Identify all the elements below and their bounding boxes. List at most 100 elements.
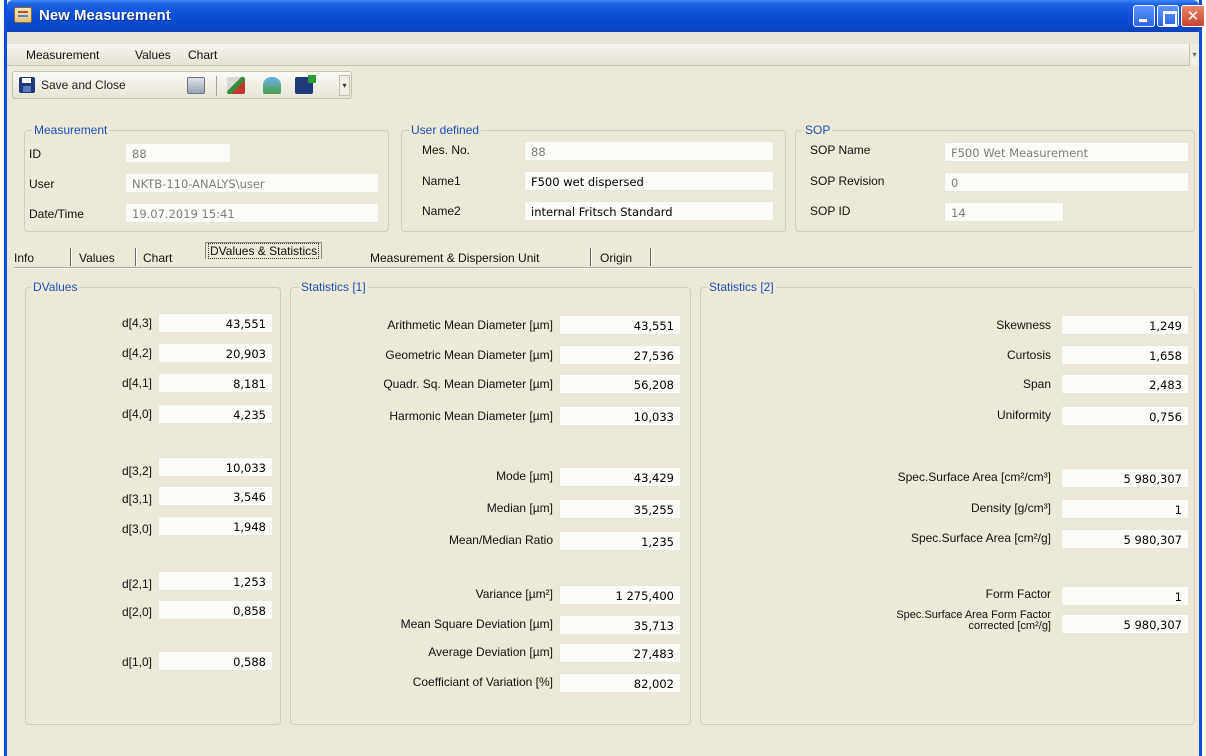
dvalue-label: d[3,1] xyxy=(121,492,152,506)
window-title: New Measurement xyxy=(39,7,171,24)
tab-chart[interactable]: Chart xyxy=(143,251,172,265)
status-area xyxy=(7,726,1199,756)
name2-field[interactable]: internal Fritsch Standard xyxy=(524,201,774,221)
stat1-label: Mode [µm] xyxy=(496,469,553,483)
dvalue-label: d[4,2] xyxy=(121,346,152,360)
dvalue-label: d[4,1] xyxy=(121,376,152,390)
dvalue-field[interactable]: 1,948 xyxy=(158,516,273,536)
menu-bar: Measurement Values Chart xyxy=(7,44,1199,66)
dvalues-group: DValues d[4,3] 43,551 d[4,2] 20,903 d[4,… xyxy=(25,280,281,725)
dvalue-field[interactable]: 0,588 xyxy=(158,651,273,671)
stat2-field[interactable]: 5 980,307 xyxy=(1061,529,1189,549)
user-defined-legend: User defined xyxy=(409,123,482,137)
dvalue-field[interactable]: 20,903 xyxy=(158,343,273,363)
stat1-field[interactable]: 35,255 xyxy=(559,499,681,519)
sop-revision-field[interactable]: 0 xyxy=(944,172,1189,192)
stat2-label: Form Factor xyxy=(985,587,1051,601)
dvalue-field[interactable]: 43,551 xyxy=(158,313,273,333)
user-field[interactable]: NKTB-110-ANALYS\user xyxy=(125,173,379,193)
tab-divider xyxy=(590,248,591,266)
stat2-label: Density [g/cm³] xyxy=(970,501,1051,515)
tab-dvalues-statistics[interactable]: DValues & Statistics xyxy=(205,242,323,259)
stat2-field[interactable]: 1 xyxy=(1061,499,1189,519)
dvalue-field[interactable]: 1,253 xyxy=(158,571,273,591)
export-icon[interactable] xyxy=(295,75,316,94)
mes-no-label: Mes. No. xyxy=(422,143,471,157)
stat2-field[interactable]: 1,249 xyxy=(1061,315,1189,335)
minimize-button[interactable] xyxy=(1133,5,1155,27)
title-bar[interactable]: New Measurement ✕ xyxy=(7,0,1205,32)
stat2-field[interactable]: 1 xyxy=(1061,586,1189,606)
stat2-label: Uniformity xyxy=(996,408,1051,422)
save-icon[interactable] xyxy=(19,77,35,93)
stat2-label: Spec.Surface Area [cm²/g] xyxy=(910,531,1051,545)
stat1-field[interactable]: 43,429 xyxy=(559,467,681,487)
maximize-button[interactable] xyxy=(1157,5,1179,27)
print-icon[interactable] xyxy=(187,77,205,94)
sop-name-field[interactable]: F500 Wet Measurement xyxy=(944,142,1189,162)
stat1-field[interactable]: 35,713 xyxy=(559,615,681,635)
user-defined-group: User defined Mes. No. 88 Name1 F500 wet … xyxy=(401,123,786,232)
sop-name-label: SOP Name xyxy=(810,143,871,157)
sop-id-field[interactable]: 14 xyxy=(944,202,1064,222)
stat1-label: Mean Square Deviation [µm] xyxy=(400,617,553,631)
print-report-icon[interactable] xyxy=(263,77,281,94)
dvalue-field[interactable]: 0,858 xyxy=(158,600,273,620)
dvalue-label: d[4,0] xyxy=(121,407,152,421)
statistics2-legend: Statistics [2] xyxy=(707,280,776,294)
stat1-label: Variance [µm²] xyxy=(475,587,553,601)
name1-field[interactable]: F500 wet dispersed xyxy=(524,171,774,191)
stat1-field[interactable]: 82,002 xyxy=(559,673,681,693)
tab-values[interactable]: Values xyxy=(79,251,115,265)
mes-no-field[interactable]: 88 xyxy=(524,141,774,161)
datetime-field[interactable]: 19.07.2019 15:41 xyxy=(125,203,379,223)
stat1-field[interactable]: 43,551 xyxy=(559,315,681,335)
dvalue-label: d[3,2] xyxy=(121,464,152,478)
stat1-field[interactable]: 10,033 xyxy=(559,406,681,426)
stat1-label: Average Deviation [µm] xyxy=(428,645,553,659)
stat1-field[interactable]: 27,536 xyxy=(559,345,681,365)
measurement-legend: Measurement xyxy=(32,123,110,137)
save-and-close-button[interactable]: Save and Close xyxy=(41,78,126,92)
stat2-field[interactable]: 1,658 xyxy=(1061,345,1189,365)
tab-info[interactable]: Info xyxy=(14,251,34,265)
stat2-field[interactable]: 2,483 xyxy=(1061,374,1189,394)
dvalue-field[interactable]: 4,235 xyxy=(158,404,273,424)
stat2-field[interactable]: 5 980,307 xyxy=(1061,614,1189,634)
sop-revision-label: SOP Revision xyxy=(810,174,885,188)
measurement-group: Measurement ID 88 User NKTB-110-ANALYS\u… xyxy=(24,123,389,232)
toolbar-overflow-chevron-icon[interactable]: ▾ xyxy=(339,75,350,96)
dvalue-label: d[2,1] xyxy=(121,577,152,591)
stat2-label: Span xyxy=(1022,377,1051,391)
stat1-field[interactable]: 1,235 xyxy=(559,531,681,551)
stat1-label: Median [µm] xyxy=(486,501,553,515)
dvalue-label: d[3,0] xyxy=(121,522,152,536)
stat1-field[interactable]: 56,208 xyxy=(559,374,681,394)
stat1-field[interactable]: 27,483 xyxy=(559,643,681,663)
stat1-label: Geometric Mean Diameter [µm] xyxy=(385,348,553,362)
stat2-label: Skewness xyxy=(996,318,1051,332)
tab-origin[interactable]: Origin xyxy=(600,251,632,265)
statistics1-group: Statistics [1] Arithmetic Mean Diameter … xyxy=(290,280,691,725)
menu-overflow-chevron-icon[interactable]: ▾ xyxy=(1189,44,1199,66)
toolbar-separator xyxy=(216,76,217,96)
menu-chart[interactable]: Chart xyxy=(188,48,217,62)
menu-values[interactable]: Values xyxy=(135,48,171,62)
menu-measurement[interactable]: Measurement xyxy=(26,48,99,62)
stat1-field[interactable]: 1 275,400 xyxy=(559,585,681,605)
stat2-field[interactable]: 0,756 xyxy=(1061,406,1189,426)
tab-measurement-dispersion-unit[interactable]: Measurement & Dispersion Unit xyxy=(370,251,539,265)
dvalue-field[interactable]: 3,546 xyxy=(158,486,273,506)
stat1-label: Coefficiant of Variation [%] xyxy=(412,675,553,689)
tools-icon[interactable] xyxy=(227,77,245,94)
name2-label: Name2 xyxy=(422,204,461,218)
stat2-label: Spec.Surface Area Form Factor corrected … xyxy=(896,610,1051,632)
tab-divider xyxy=(135,248,136,266)
stat2-field[interactable]: 5 980,307 xyxy=(1061,468,1189,488)
close-button[interactable]: ✕ xyxy=(1181,5,1205,27)
tab-divider xyxy=(70,248,71,266)
dvalue-field[interactable]: 10,033 xyxy=(158,457,273,477)
dvalue-field[interactable]: 8,181 xyxy=(158,373,273,393)
id-field[interactable]: 88 xyxy=(125,143,231,163)
sop-legend: SOP xyxy=(803,123,833,137)
